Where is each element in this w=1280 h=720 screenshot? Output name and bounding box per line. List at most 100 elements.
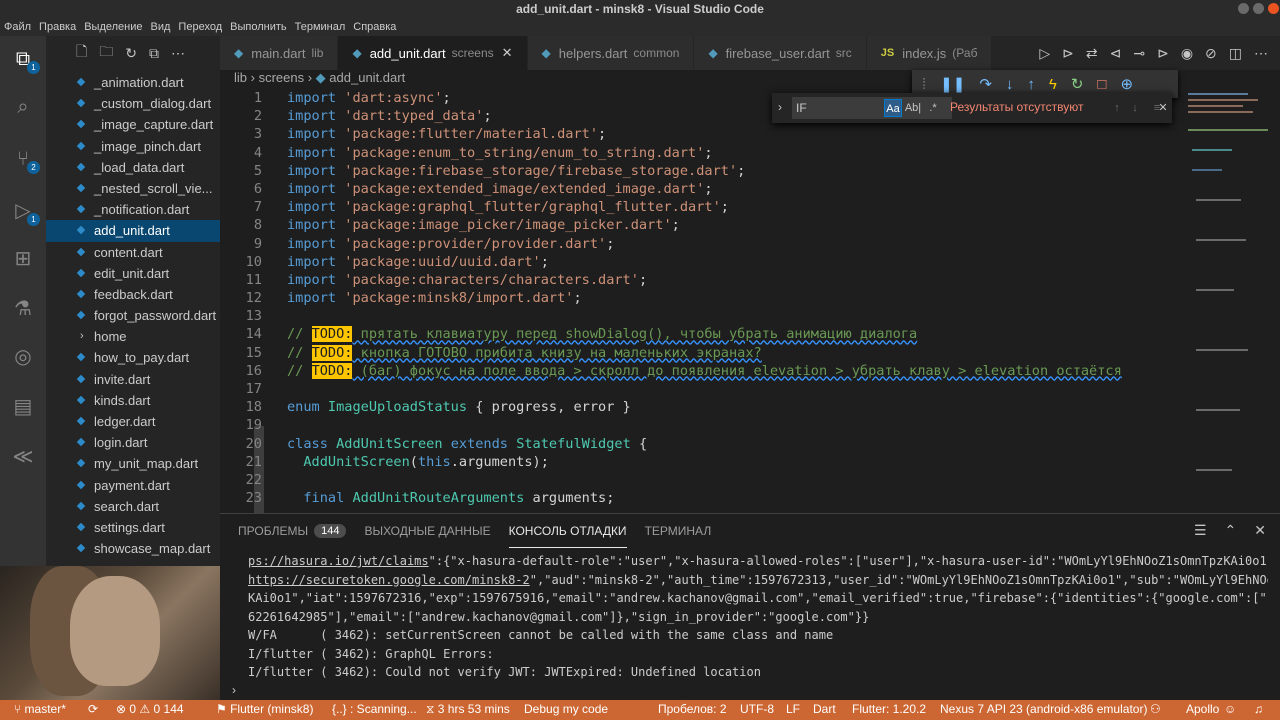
new-file-icon[interactable]: 🗋 — [76, 41, 87, 65]
restart-icon[interactable]: ↻ — [1071, 75, 1084, 93]
sync-icon[interactable]: ⟳ — [88, 702, 98, 716]
menu-selection[interactable]: Выделение — [84, 18, 142, 36]
tab-output[interactable]: ВЫХОДНЫЕ ДАННЫЕ — [364, 514, 490, 548]
console-input[interactable]: › — [232, 683, 236, 697]
problems-status[interactable]: ⊗ 0 ⚠ 0 144 — [116, 702, 184, 716]
drag-handle-icon[interactable]: ⁞ — [922, 76, 926, 93]
accounts-icon[interactable]: ⚇ — [1150, 702, 1161, 716]
refresh-icon[interactable]: ↻ — [125, 45, 137, 62]
previous-match-icon[interactable]: ↑ — [1108, 99, 1126, 117]
file-item[interactable]: settings.dart — [46, 517, 220, 538]
new-folder-icon[interactable]: 🗀 — [99, 41, 113, 65]
extensions-icon[interactable]: ⊞ — [10, 246, 36, 272]
notifications-icon[interactable]: ♫ — [1254, 702, 1263, 716]
explorer-icon[interactable]: ⧉ 1 — [10, 46, 40, 74]
file-item[interactable]: showcase_map.dart — [46, 538, 220, 559]
flutter-version[interactable]: Flutter: 1.20.2 — [852, 702, 926, 716]
encoding[interactable]: UTF-8 — [740, 702, 774, 716]
back-icon[interactable]: ⊲ — [1110, 45, 1122, 62]
file-item[interactable]: _image_pinch.dart — [46, 136, 220, 157]
maximize-panel-icon[interactable]: ⌃ — [1225, 522, 1237, 539]
console-link[interactable]: ps://hasura.io/jwt/claims — [248, 554, 429, 568]
docker-icon[interactable]: ▤ — [10, 394, 36, 420]
file-item[interactable]: edit_unit.dart — [46, 263, 220, 284]
file-item[interactable]: _load_data.dart — [46, 157, 220, 178]
tab-firebase-user-dart[interactable]: ◆ firebase_user.dart src — [694, 36, 867, 70]
split-editor-icon[interactable]: ◫ — [1229, 45, 1242, 62]
open-changes-icon[interactable]: ⊘ — [1205, 45, 1217, 62]
step-out-icon[interactable]: ↑ — [1027, 76, 1035, 93]
file-item-selected[interactable]: add_unit.dart — [46, 220, 220, 242]
match-case-toggle[interactable]: Aa — [884, 99, 902, 117]
step-over-icon[interactable]: ↷ — [979, 75, 992, 93]
menu-view[interactable]: Вид — [151, 18, 171, 36]
git-branch[interactable]: ⑂ master* — [14, 702, 66, 716]
step-into-icon[interactable]: ↓ — [1006, 76, 1014, 93]
menu-file[interactable]: Файл — [4, 18, 31, 36]
code-editor[interactable]: 1 import 'dart:async'; 2 import 'dart:type… — [220, 89, 1180, 513]
file-item[interactable]: kinds.dart — [46, 390, 220, 411]
file-item[interactable]: my_unit_map.dart — [46, 453, 220, 474]
tab-debug-console[interactable]: КОНСОЛЬ ОТЛАДКИ — [508, 514, 627, 548]
close-tab-icon[interactable]: ✕ — [502, 45, 513, 61]
inspect-icon[interactable]: ⊕ — [1120, 75, 1133, 93]
minimap[interactable] — [1186, 89, 1280, 513]
close-window-icon[interactable] — [1268, 3, 1279, 14]
apollo-status[interactable]: Apollo — [1186, 702, 1219, 716]
file-item[interactable]: _nested_scroll_vie... — [46, 178, 220, 199]
menu-terminal[interactable]: Терминал — [295, 18, 346, 36]
tab-terminal[interactable]: ТЕРМИНАЛ — [645, 514, 712, 548]
close-panel-icon[interactable]: ✕ — [1254, 522, 1266, 539]
menu-help[interactable]: Справка — [353, 18, 396, 36]
file-item[interactable]: payment.dart — [46, 475, 220, 496]
maximize-icon[interactable] — [1253, 3, 1264, 14]
file-item[interactable]: feedback.dart — [46, 284, 220, 305]
indentation[interactable]: Пробелов: 2 — [658, 702, 727, 716]
stop-icon[interactable]: □ — [1097, 76, 1106, 93]
search-icon[interactable]: ⌕ — [10, 94, 36, 120]
folder-item[interactable]: › home — [46, 326, 220, 347]
more-actions-icon[interactable]: ⋯ — [1254, 45, 1268, 62]
run-debug-icon[interactable]: ▷ 1 — [10, 198, 40, 226]
pause-icon[interactable]: ❚❚ — [940, 75, 965, 93]
forward-icon[interactable]: ⊳ — [1157, 45, 1169, 62]
menu-edit[interactable]: Правка — [39, 18, 76, 36]
tab-problems[interactable]: ПРОБЛЕМЫ 144 — [238, 514, 347, 548]
file-item[interactable]: login.dart — [46, 432, 220, 453]
git-graph-icon[interactable]: ◉ — [1181, 45, 1193, 62]
hot-reload-icon[interactable]: ϟ — [1049, 76, 1057, 93]
testing-icon[interactable]: ⚗ — [10, 296, 36, 322]
line-ending[interactable]: LF — [786, 702, 800, 716]
flutter-status[interactable]: ⚑ Flutter (minsk8) — [216, 702, 313, 716]
breadcrumb-screens[interactable]: screens — [259, 70, 305, 85]
console-link[interactable]: https://securetoken.google.com/minsk8-2 — [248, 573, 530, 587]
feedback-icon[interactable]: ☺ — [1224, 702, 1236, 716]
language-mode[interactable]: Dart — [813, 702, 836, 716]
file-item[interactable]: _custom_dialog.dart — [46, 93, 220, 114]
breadcrumb-file[interactable]: add_unit.dart — [329, 70, 405, 85]
run-debug-icon[interactable]: ⊳ — [1062, 45, 1074, 62]
file-item[interactable]: content.dart — [46, 242, 220, 263]
file-item[interactable]: forgot_password.dart — [46, 305, 220, 326]
gitlens-icon[interactable]: ◎ — [10, 344, 36, 370]
file-item[interactable]: _notification.dart — [46, 199, 220, 220]
time-tracker[interactable]: ⧖ 3 hrs 53 mins — [426, 702, 510, 717]
chevron-right-icon[interactable]: › — [778, 100, 782, 114]
collapse-all-icon[interactable]: ⧉ — [149, 45, 159, 62]
close-find-icon[interactable]: ✕ — [1154, 99, 1172, 117]
menu-run[interactable]: Выполнить — [230, 18, 286, 36]
flutter-icon[interactable]: ≪ — [10, 444, 36, 470]
debug-mode[interactable]: Debug my code — [524, 702, 608, 716]
tab-index-js[interactable]: JS index.js (Раб — [866, 36, 993, 70]
more-actions-icon[interactable]: ⋯ — [171, 45, 185, 62]
tab-main-dart[interactable]: ◆ main.dart lib — [220, 36, 339, 70]
file-item[interactable]: _image_capture.dart — [46, 114, 220, 135]
tab-add-unit-dart[interactable]: ◆ add_unit.dart screens ✕ — [338, 36, 528, 70]
breadcrumb-lib[interactable]: lib — [234, 70, 247, 85]
run-icon[interactable]: ▷ — [1039, 45, 1050, 62]
file-item[interactable]: invite.dart — [46, 369, 220, 390]
menu-go[interactable]: Переход — [178, 18, 222, 36]
file-item[interactable]: how_to_pay.dart — [46, 347, 220, 368]
whole-word-toggle[interactable]: Ab| — [904, 99, 922, 117]
source-control-icon[interactable]: ⑂ 2 — [10, 146, 40, 174]
